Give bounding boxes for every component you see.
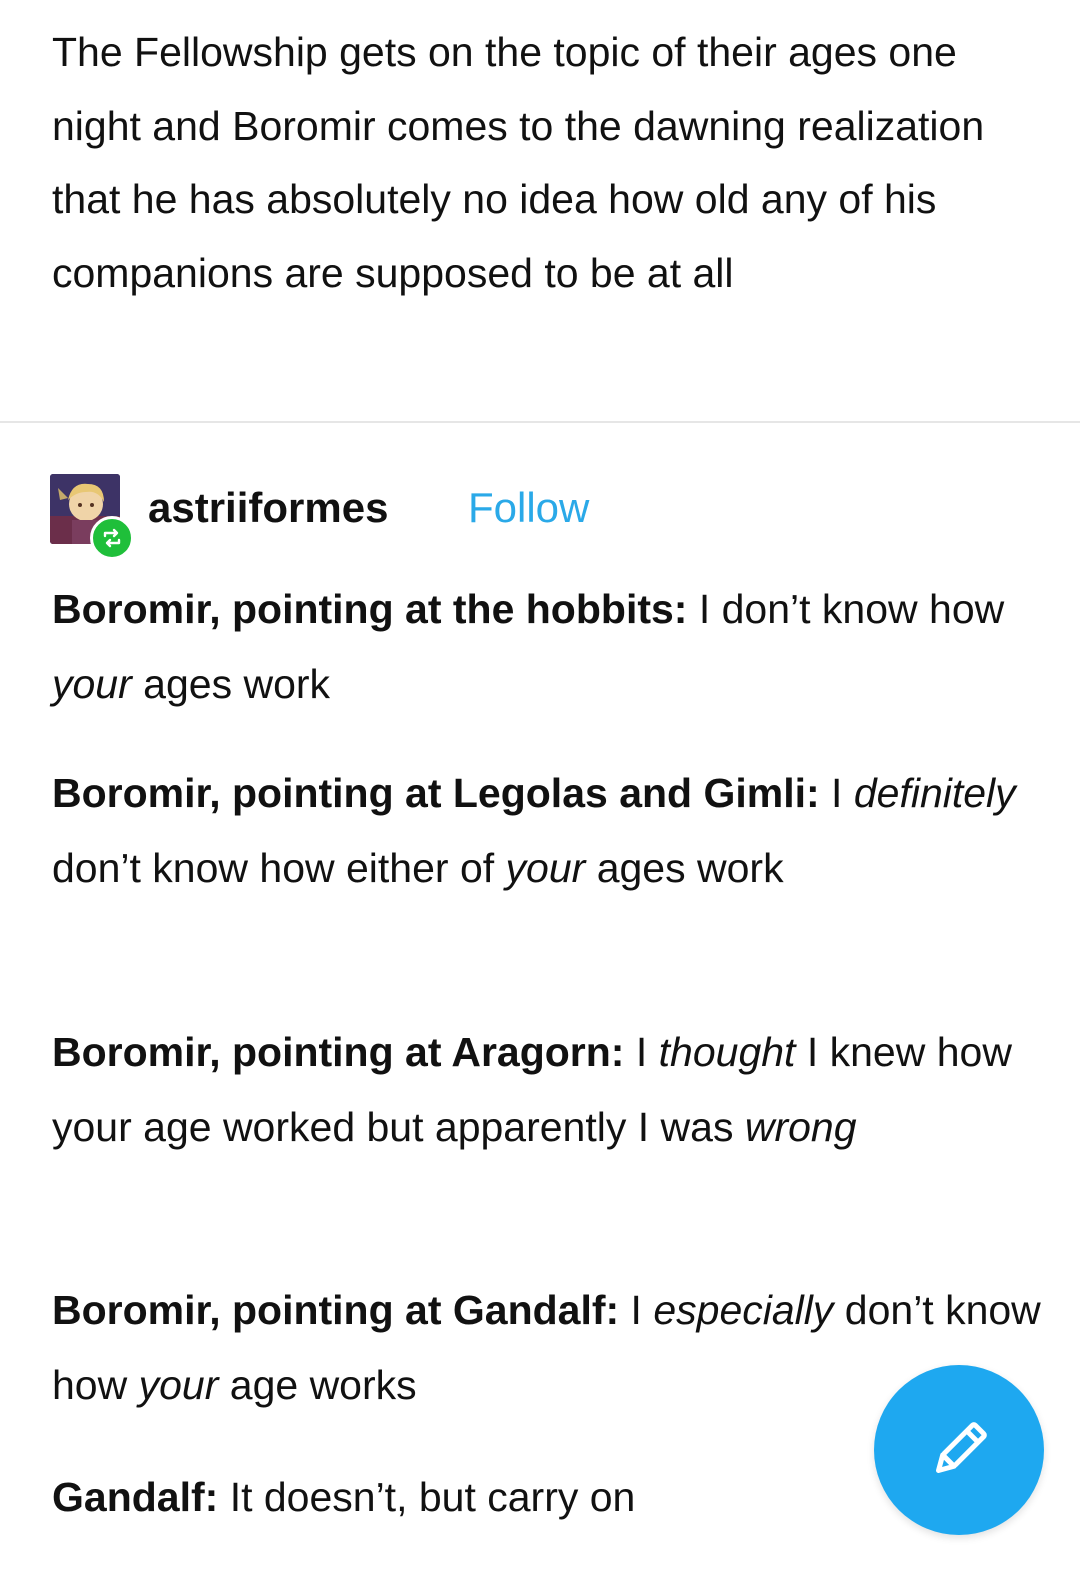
dialogue-text: ages work (585, 845, 784, 891)
dialogue-text: It doesn’t, but carry on (218, 1474, 636, 1520)
compose-button[interactable] (874, 1365, 1044, 1535)
post-body-text: The Fellowship gets on the topic of thei… (52, 29, 985, 296)
dialogue-line-legolas-gimli: Boromir, pointing at Legolas and Gimli: … (52, 756, 1052, 906)
dialogue-emphasis: wrong (744, 1104, 857, 1150)
post-divider (0, 421, 1080, 423)
dialogue-line-hobbits: Boromir, pointing at the hobbits: I don’… (52, 572, 1052, 722)
dialogue-line-aragorn: Boromir, pointing at Aragorn: I thought … (52, 1015, 1052, 1165)
dialogue-emphasis: especially (653, 1287, 834, 1333)
dialogue-emphasis: your (52, 661, 132, 707)
dialogue-text: I (619, 1287, 654, 1333)
reblog-username[interactable]: astriiformes (148, 480, 388, 536)
pencil-icon (935, 1422, 987, 1474)
dialogue-text: I (819, 770, 854, 816)
dialogue-emphasis: thought (658, 1029, 796, 1075)
dialogue-text: age works (218, 1362, 417, 1408)
dialogue-text: don’t know how either of (52, 845, 506, 891)
dialogue-text: I don’t know how (687, 586, 1005, 632)
dialogue-speaker: Boromir, pointing at the hobbits: (52, 586, 688, 632)
reblog-icon (103, 528, 121, 548)
dialogue-speaker: Gandalf: (52, 1474, 219, 1520)
follow-button[interactable]: Follow (468, 480, 589, 536)
dialogue-emphasis: your (138, 1362, 219, 1408)
dialogue-text: I (624, 1029, 659, 1075)
dialogue-speaker: Boromir, pointing at Gandalf: (52, 1287, 620, 1333)
dialogue-emphasis: definitely (853, 770, 1016, 816)
dialogue-text: ages work (131, 661, 331, 707)
dialogue-emphasis: your (505, 845, 586, 891)
dialogue-speaker: Boromir, pointing at Aragorn: (52, 1029, 625, 1075)
dialogue-speaker: Boromir, pointing at Legolas and Gimli: (52, 770, 820, 816)
reblog-header: astriiformes Follow (50, 474, 950, 560)
reblog-badge (90, 516, 134, 560)
